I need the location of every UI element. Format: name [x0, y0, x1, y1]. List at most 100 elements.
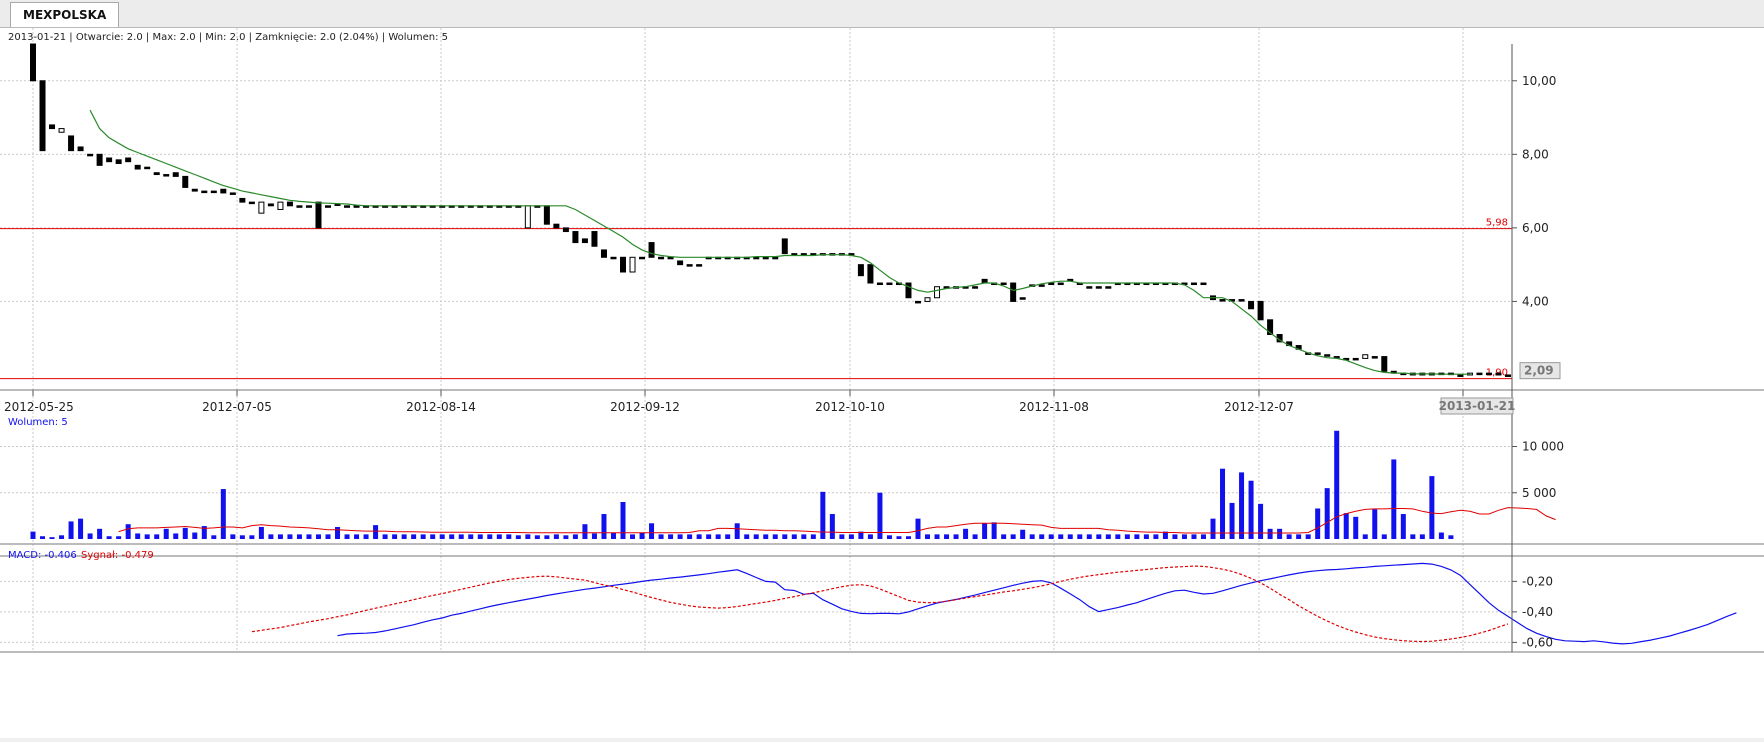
- price-tick-label: 10,00: [1522, 74, 1556, 88]
- volume-bar: [1248, 480, 1254, 539]
- volume-bar: [744, 534, 750, 539]
- moving-average-line: [89, 109, 1470, 375]
- volume-bar: [496, 534, 502, 539]
- volume-bar: [1181, 534, 1187, 539]
- candle: [1314, 352, 1321, 355]
- candle: [305, 205, 312, 208]
- volume-bar: [553, 534, 559, 539]
- volume-bar: [1220, 468, 1226, 539]
- volume-bar: [325, 534, 331, 539]
- volume-bar: [1086, 534, 1092, 539]
- volume-bar: [734, 523, 740, 539]
- candle: [753, 256, 760, 260]
- volume-bar: [1410, 534, 1416, 539]
- candle: [1362, 354, 1369, 359]
- candle: [96, 153, 103, 166]
- volume-bar: [1438, 532, 1444, 539]
- candle: [905, 282, 912, 299]
- candle: [1476, 372, 1483, 376]
- date-label: 2012-05-25: [4, 400, 74, 414]
- volume-bar: [106, 536, 112, 539]
- volume-bar: [1229, 502, 1235, 539]
- candle: [876, 282, 883, 286]
- tab-mexpolska[interactable]: MEXPOLSKA: [10, 2, 120, 27]
- volume-bar: [392, 534, 398, 539]
- volume-bar: [1010, 534, 1016, 539]
- volume-bar: [344, 534, 350, 539]
- volume-bar: [87, 533, 93, 539]
- volume-bar: [630, 534, 636, 539]
- volume-bar: [925, 534, 931, 539]
- volume-bar: [277, 534, 283, 539]
- price-pane: 5,981,90: [0, 43, 1512, 380]
- volume-bar: [1296, 534, 1302, 539]
- candle: [781, 238, 788, 255]
- volume-bar: [373, 525, 379, 539]
- volume-bar: [1029, 534, 1035, 539]
- candle: [1485, 372, 1492, 376]
- volume-bar: [192, 532, 198, 539]
- volume-bar: [439, 534, 445, 539]
- candle: [658, 256, 665, 260]
- candle: [353, 205, 360, 208]
- candle: [1019, 297, 1026, 300]
- volume-bar: [1200, 534, 1206, 539]
- volume-bar: [1372, 509, 1378, 539]
- candle: [296, 205, 303, 208]
- volume-bar: [991, 522, 997, 539]
- candle: [210, 190, 217, 194]
- volume-bar: [572, 534, 578, 539]
- candle: [762, 256, 769, 260]
- volume-bar: [1324, 488, 1330, 539]
- volume-bar: [49, 537, 55, 539]
- volume-bar: [944, 534, 950, 539]
- volume-bar: [154, 534, 160, 539]
- volume-bar: [1115, 534, 1121, 539]
- candle: [239, 197, 246, 203]
- volume-bar: [1267, 528, 1273, 539]
- volume-bar: [972, 534, 978, 539]
- volume-bar: [848, 534, 854, 539]
- candle: [1219, 299, 1226, 302]
- candle: [315, 201, 322, 229]
- volume-bar: [1001, 534, 1007, 539]
- volume-bar: [934, 534, 940, 539]
- volume-bar: [1153, 534, 1159, 539]
- candle: [524, 205, 531, 229]
- volume-bar: [1381, 534, 1387, 539]
- volume-bar: [1239, 472, 1245, 539]
- candle: [562, 227, 569, 233]
- volume-bar: [725, 534, 731, 539]
- date-label: 2012-08-14: [406, 400, 476, 414]
- volume-bar: [1191, 534, 1197, 539]
- candle: [1057, 282, 1064, 286]
- candle: [182, 175, 189, 188]
- candle: [1352, 357, 1359, 361]
- candle: [610, 256, 617, 260]
- volume-bar: [1305, 534, 1311, 539]
- volume-bar: [668, 534, 674, 539]
- date-label: 2012-07-05: [202, 400, 272, 414]
- candle: [191, 188, 198, 192]
- chart-area[interactable]: 5,981,90 10,00 8,00 6,00 4,00 2,09 2012-05-25…: [0, 28, 1764, 738]
- volume-bar: [411, 534, 417, 539]
- volume-bar: [515, 535, 521, 539]
- volume-bar: [525, 534, 531, 539]
- volume-label: Wolumen: 5: [8, 417, 68, 428]
- candle: [325, 205, 331, 208]
- volume-bar: [430, 534, 436, 539]
- candle: [543, 205, 550, 225]
- macd-pane: [251, 562, 1737, 645]
- candle: [144, 166, 151, 170]
- date-label: 2013-01-21: [1439, 399, 1516, 413]
- volume-bar: [1210, 518, 1216, 539]
- stock-chart-svg[interactable]: 5,981,90 10,00 8,00 6,00 4,00 2,09 2012-05-25…: [0, 28, 1764, 738]
- candle: [857, 264, 864, 277]
- volume-bar: [506, 534, 512, 539]
- volume-bar: [677, 534, 683, 539]
- candle: [667, 256, 674, 260]
- volume-bar: [601, 514, 607, 539]
- volume-bar: [639, 532, 645, 539]
- candle: [220, 188, 227, 194]
- volume-bar: [97, 528, 103, 539]
